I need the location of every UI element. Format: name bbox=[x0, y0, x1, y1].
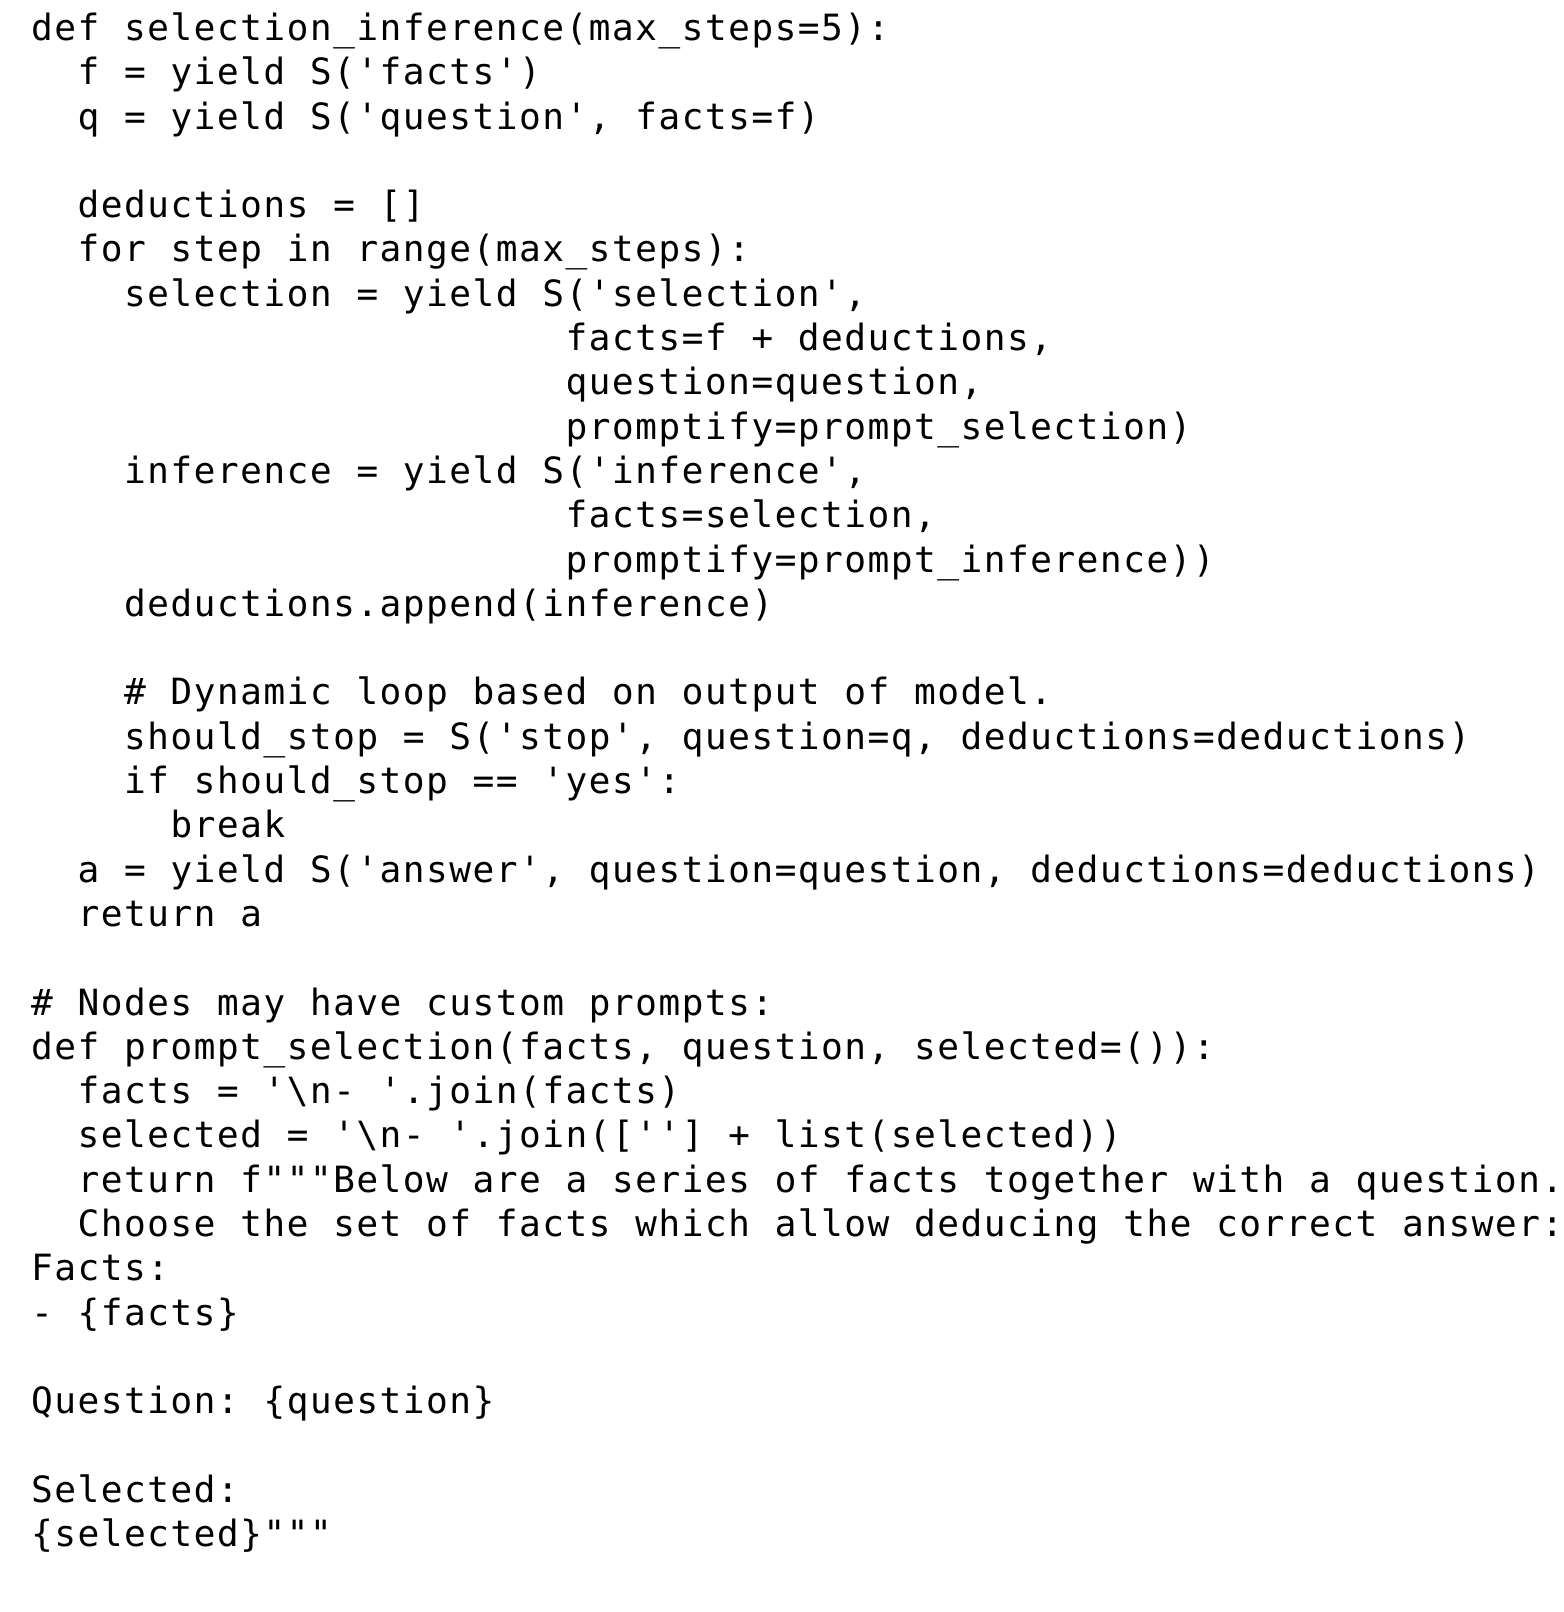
python-code-block: def selection_inference(max_steps=5): f … bbox=[31, 6, 1564, 1556]
code-listing-page: def selection_inference(max_steps=5): f … bbox=[0, 0, 1564, 1612]
